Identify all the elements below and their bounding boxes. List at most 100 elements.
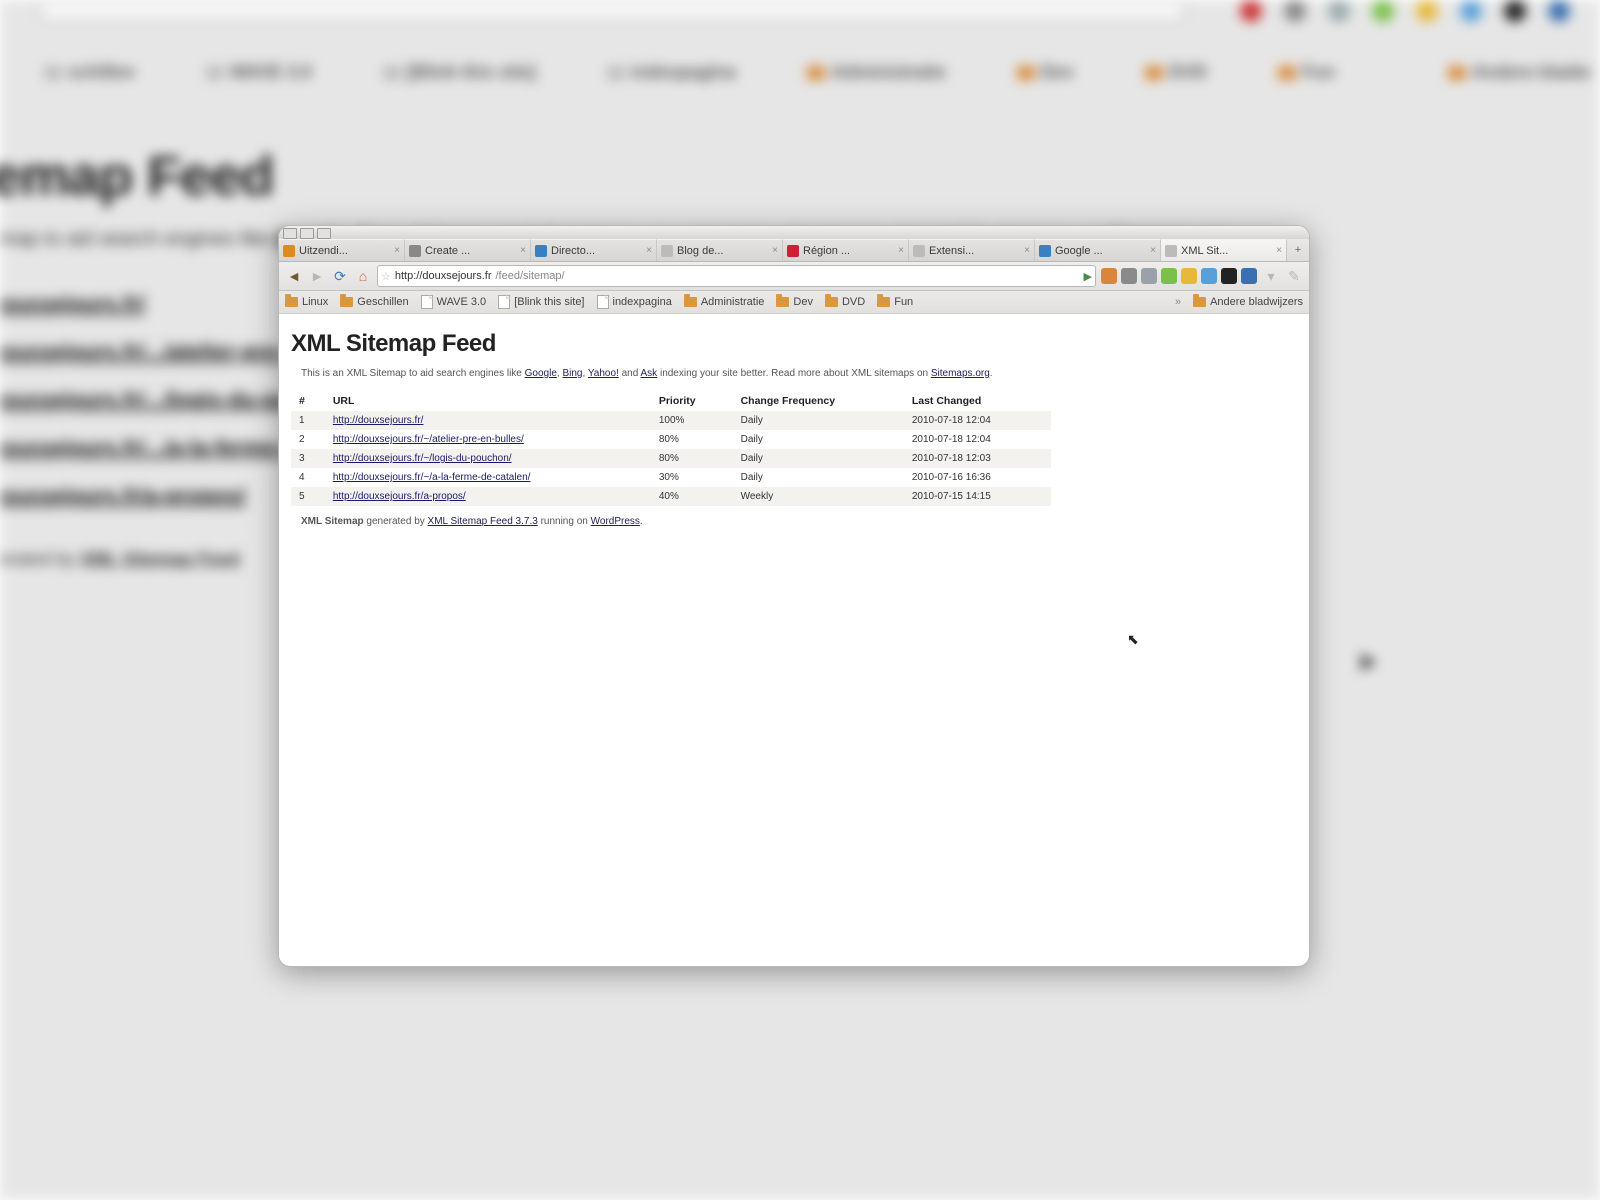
address-bar[interactable]: ☆ http://douxsejours.fr/feed/sitemap/ ▶ xyxy=(377,265,1096,287)
bookmark-label: Andere bladwijzers xyxy=(1210,296,1303,308)
cell-num: 4 xyxy=(291,468,325,487)
browser-tab[interactable]: Uitzendi...× xyxy=(279,239,405,261)
tab-favicon xyxy=(787,245,799,257)
tab-close-icon[interactable]: × xyxy=(1276,245,1282,256)
link-ask[interactable]: Ask xyxy=(641,368,658,379)
bookmark-label: indexpagina xyxy=(613,296,672,308)
cell-url: http://douxsejours.fr/~/logis-du-pouchon… xyxy=(325,449,651,468)
bookmark-item[interactable]: Administratie xyxy=(684,296,765,308)
extension-icon[interactable] xyxy=(1221,268,1237,284)
extension-icon[interactable] xyxy=(1241,268,1257,284)
bookmark-item[interactable]: WAVE 3.0 xyxy=(421,295,487,309)
bookmark-label: Geschillen xyxy=(357,296,408,308)
cell-freq: Daily xyxy=(733,468,904,487)
window-titlebar[interactable] xyxy=(279,226,1309,239)
table-row: 1http://douxsejours.fr/100%Daily2010-07-… xyxy=(291,411,1051,430)
bookmark-item[interactable]: DVD xyxy=(825,296,865,308)
tab-close-icon[interactable]: × xyxy=(1150,245,1156,256)
window-max-button[interactable] xyxy=(300,228,314,239)
browser-tab[interactable]: Directo...× xyxy=(531,239,657,261)
bookmark-item[interactable]: Dev xyxy=(776,296,813,308)
cursor-icon: ⬉ xyxy=(1127,631,1139,648)
forward-button[interactable]: ► xyxy=(308,267,326,285)
go-button[interactable]: ▶ xyxy=(1084,270,1092,283)
sitemap-url-link[interactable]: http://douxsejours.fr/ xyxy=(333,415,424,426)
tab-label: XML Sit... xyxy=(1181,245,1272,257)
browser-tab[interactable]: Blog de...× xyxy=(657,239,783,261)
tab-close-icon[interactable]: × xyxy=(772,245,778,256)
extension-icon[interactable] xyxy=(1141,268,1157,284)
table-row: 3http://douxsejours.fr/~/logis-du-poucho… xyxy=(291,449,1051,468)
window-buttons[interactable] xyxy=(283,228,331,239)
back-button[interactable]: ◄ xyxy=(285,267,303,285)
new-tab-button[interactable]: + xyxy=(1287,239,1309,261)
folder-icon xyxy=(684,297,697,307)
generator-line: XML Sitemap generated by XML Sitemap Fee… xyxy=(301,516,1297,527)
tab-close-icon[interactable]: × xyxy=(646,245,652,256)
sitemap-url-link[interactable]: http://douxsejours.fr/a-propos/ xyxy=(333,491,466,502)
bookmark-star-icon[interactable]: ☆ xyxy=(381,270,391,283)
bookmarks-overflow-icon[interactable]: » xyxy=(1175,296,1181,308)
bookmark-item[interactable]: Andere bladwijzers xyxy=(1193,296,1303,308)
sitemap-url-link[interactable]: http://douxsejours.fr/~/a-la-ferme-de-ca… xyxy=(333,472,531,483)
page-menu-button[interactable]: ▾ xyxy=(1262,267,1280,285)
extension-icon[interactable] xyxy=(1161,268,1177,284)
cell-num: 1 xyxy=(291,411,325,430)
cell-url: http://douxsejours.fr/~/a-la-ferme-de-ca… xyxy=(325,468,651,487)
browser-tab[interactable]: Google ...× xyxy=(1035,239,1161,261)
sitemap-url-link[interactable]: http://douxsejours.fr/~/logis-du-pouchon… xyxy=(333,453,512,464)
tab-favicon xyxy=(1039,245,1051,257)
bookmark-item[interactable]: Linux xyxy=(285,296,328,308)
table-row: 4 http://douxsejours.fr/~/a-la-ferme-de-c… xyxy=(291,468,1051,487)
extension-icon[interactable] xyxy=(1201,268,1217,284)
bookmark-label: Administratie xyxy=(701,296,765,308)
cell-url: http://douxsejours.fr/ xyxy=(325,411,651,430)
browser-tab[interactable]: Région ... × xyxy=(783,239,909,261)
bookmark-item[interactable]: Geschillen xyxy=(340,296,408,308)
bookmark-item[interactable]: Fun xyxy=(877,296,913,308)
cell-num: 5 xyxy=(291,487,325,506)
reload-button[interactable]: ⟳ xyxy=(331,267,349,285)
window-close-button[interactable] xyxy=(317,228,331,239)
bookmark-item[interactable]: [Blink this site] xyxy=(498,295,584,309)
col-freq: Change Frequency xyxy=(733,391,904,411)
folder-icon xyxy=(776,297,789,307)
browser-tab[interactable]: Extensi...× xyxy=(909,239,1035,261)
extension-icon[interactable] xyxy=(1121,268,1137,284)
bookmark-label: DVD xyxy=(842,296,865,308)
link-wordpress[interactable]: WordPress xyxy=(591,516,640,527)
home-button[interactable]: ⌂ xyxy=(354,267,372,285)
folder-icon xyxy=(877,297,890,307)
bookmark-label: Linux xyxy=(302,296,328,308)
window-min-button[interactable] xyxy=(283,228,297,239)
cell-priority: 80% xyxy=(651,430,733,449)
link-yahoo[interactable]: Yahoo! xyxy=(588,368,619,379)
bookmark-item[interactable]: indexpagina xyxy=(597,295,672,309)
sitemap-table: # URL Priority Change Frequency Last Cha… xyxy=(291,391,1051,506)
folder-icon xyxy=(285,297,298,307)
cell-priority: 30% xyxy=(651,468,733,487)
extension-icon[interactable] xyxy=(1101,268,1117,284)
cell-changed: 2010-07-18 12:03 xyxy=(904,449,1051,468)
cell-priority: 80% xyxy=(651,449,733,468)
tab-label: Région ... xyxy=(803,245,894,257)
tab-close-icon[interactable]: × xyxy=(1024,245,1030,256)
link-google[interactable]: Google xyxy=(525,368,557,379)
cell-url: http://douxsejours.fr/~/atelier-pre-en-b… xyxy=(325,430,651,449)
page-content: XML Sitemap Feed This is an XML Sitemap … xyxy=(279,314,1309,537)
tab-close-icon[interactable]: × xyxy=(898,245,904,256)
link-bing[interactable]: Bing xyxy=(562,368,582,379)
browser-tab[interactable]: XML Sit... × xyxy=(1161,239,1287,261)
tools-menu-button[interactable]: ✎ xyxy=(1285,267,1303,285)
sitemap-url-link[interactable]: http://douxsejours.fr/~/atelier-pre-en-b… xyxy=(333,434,524,445)
page-icon xyxy=(421,295,433,309)
browser-tab[interactable]: Create ... × xyxy=(405,239,531,261)
tab-close-icon[interactable]: × xyxy=(394,245,400,256)
link-plugin[interactable]: XML Sitemap Feed 3.7.3 xyxy=(428,516,538,527)
link-sitemaps[interactable]: Sitemaps.org xyxy=(931,368,990,379)
tab-close-icon[interactable]: × xyxy=(520,245,526,256)
cell-changed: 2010-07-16 16:36 xyxy=(904,468,1051,487)
extension-icon[interactable] xyxy=(1181,268,1197,284)
tab-label: Create ... xyxy=(425,245,516,257)
bookmark-label: Fun xyxy=(894,296,913,308)
